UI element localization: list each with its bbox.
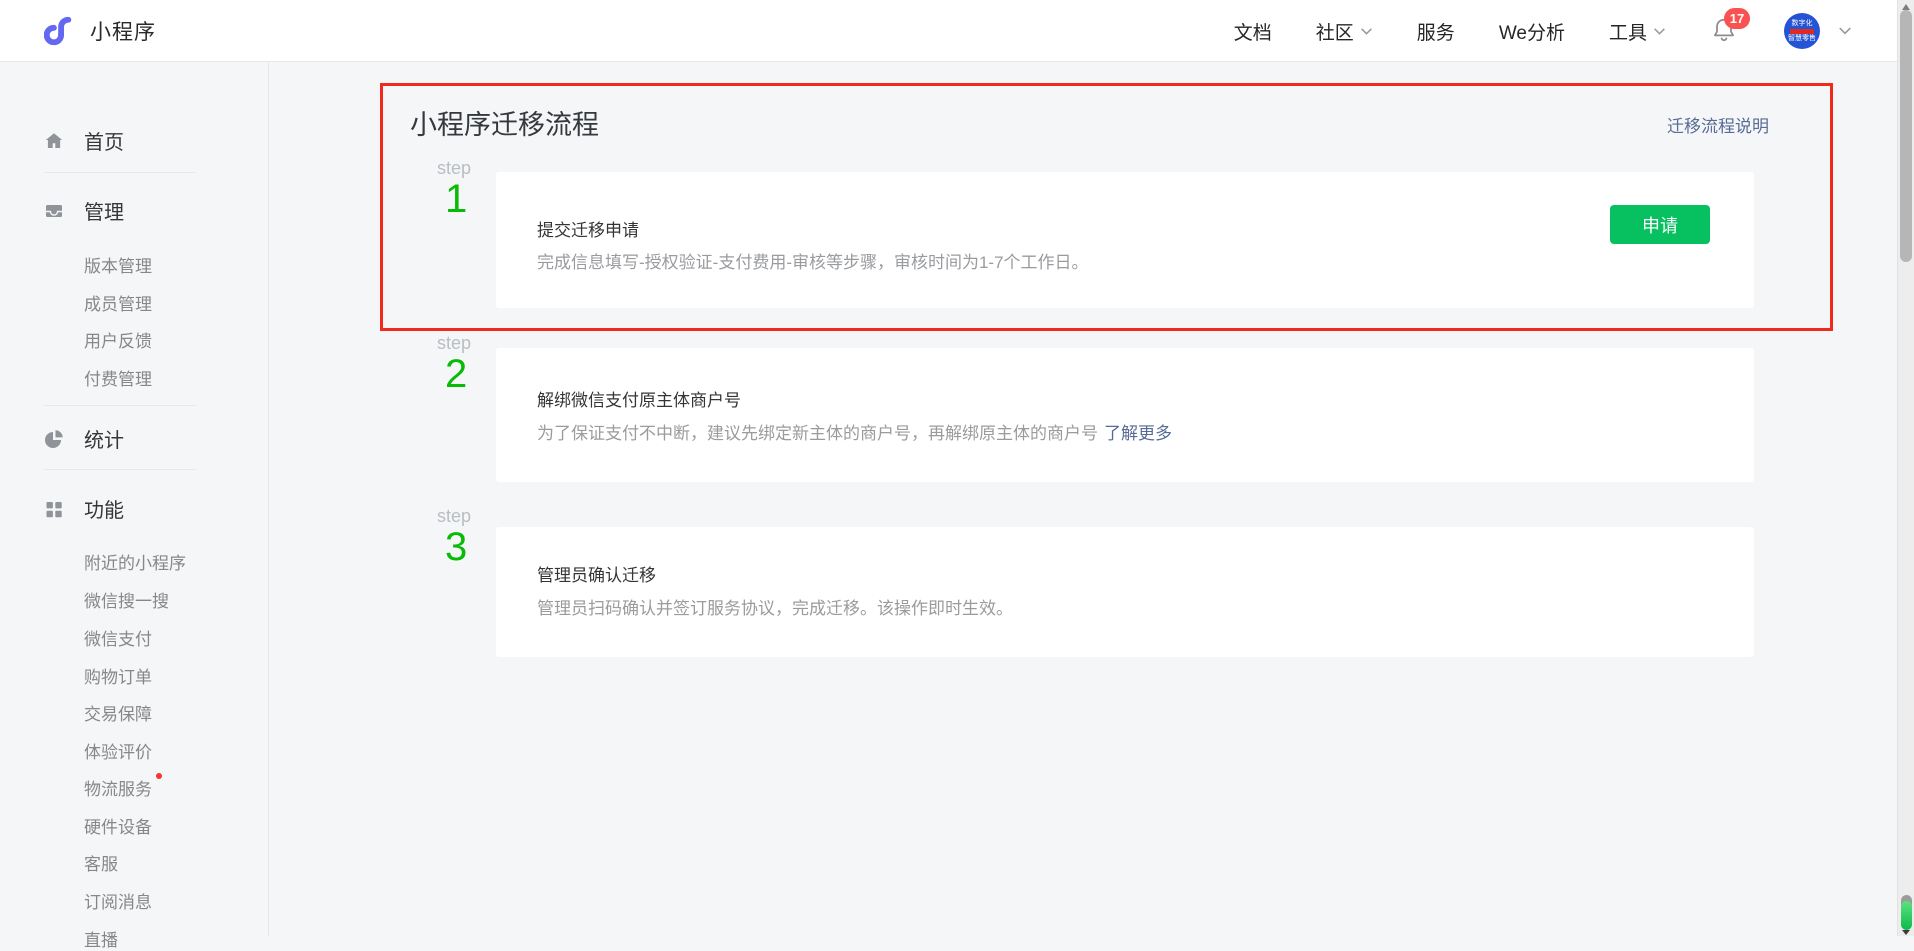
scrollbar[interactable] — [1897, 0, 1914, 936]
nav-tools-label: 工具 — [1609, 18, 1647, 45]
avatar-text-top: 数字化 — [1792, 20, 1813, 28]
chevron-down-icon — [1360, 27, 1373, 36]
sidebar-item-features[interactable]: 功能 — [44, 494, 124, 523]
nav-we-analytics-label: We分析 — [1499, 18, 1565, 45]
learn-more-link[interactable]: 了解更多 — [1104, 424, 1172, 443]
nav-we-analytics[interactable]: We分析 — [1499, 18, 1565, 45]
sidebar-item-member-manage[interactable]: 成员管理 — [84, 290, 152, 315]
pie-chart-icon — [44, 429, 64, 449]
nav-docs-label: 文档 — [1234, 18, 1272, 45]
step-3-title: 管理员确认迁移 — [537, 561, 656, 586]
page-title: 小程序迁移流程 — [410, 103, 599, 142]
sidebar-item-label: 管理 — [84, 196, 124, 225]
sidebar: 首页 管理 版本管理 成员管理 用户反馈 付费管理 统计 功能 附近的小程序 微… — [0, 62, 269, 936]
avatar-text-bottom: 智慧零售 — [1788, 35, 1816, 43]
tray-icon — [44, 201, 64, 221]
migration-help-link[interactable]: 迁移流程说明 — [1667, 112, 1769, 137]
notification-bell[interactable]: 17 — [1710, 16, 1740, 46]
nav-community-label: 社区 — [1316, 18, 1354, 45]
account-menu-chevron-icon[interactable] — [1838, 26, 1852, 36]
sidebar-item-label: 统计 — [84, 424, 124, 453]
sidebar-item-wechat-pay[interactable]: 微信支付 — [84, 625, 152, 650]
step-1-description: 完成信息填写-授权验证-支付费用-审核等步骤，审核时间为1-7个工作日。 — [537, 248, 1089, 273]
sidebar-item-home[interactable]: 首页 — [44, 126, 124, 155]
sidebar-item-label: 功能 — [84, 494, 124, 523]
sidebar-divider — [44, 405, 196, 406]
nav-docs[interactable]: 文档 — [1234, 18, 1272, 45]
nav-services[interactable]: 服务 — [1417, 18, 1455, 45]
grid-icon — [44, 499, 64, 519]
sidebar-item-label: 物流服务 — [84, 780, 152, 799]
sidebar-item-payment-manage[interactable]: 付费管理 — [84, 365, 152, 390]
logo[interactable]: 小程序 — [44, 13, 156, 49]
apply-button[interactable]: 申请 — [1610, 205, 1710, 244]
sidebar-item-hardware-devices[interactable]: 硬件设备 — [84, 813, 152, 838]
sidebar-divider — [44, 469, 196, 470]
sidebar-item-subscribe-messages[interactable]: 订阅消息 — [84, 888, 152, 913]
sidebar-item-live[interactable]: 直播 — [84, 926, 118, 951]
sidebar-divider — [44, 172, 196, 173]
sidebar-item-shopping-orders[interactable]: 购物订单 — [84, 663, 152, 688]
new-badge-dot — [156, 773, 162, 779]
avatar[interactable]: 数字化 智慧零售 — [1784, 13, 1820, 49]
sidebar-item-logistics-service[interactable]: 物流服务 — [84, 775, 162, 800]
nav-community[interactable]: 社区 — [1316, 18, 1373, 45]
top-nav: 文档 社区 服务 We分析 工具 17 — [1234, 0, 1852, 62]
nav-services-label: 服务 — [1417, 18, 1455, 45]
miniprogram-logo-icon — [44, 13, 80, 49]
sidebar-item-user-feedback[interactable]: 用户反馈 — [84, 327, 152, 352]
step-1-title: 提交迁移申请 — [537, 216, 639, 241]
sidebar-item-experience-rating[interactable]: 体验评价 — [84, 738, 152, 763]
step-3-description: 管理员扫码确认并签订服务协议，完成迁移。该操作即时生效。 — [537, 594, 1013, 619]
sidebar-item-customer-service[interactable]: 客服 — [84, 850, 118, 875]
step-2-title: 解绑微信支付原主体商户号 — [537, 386, 741, 411]
notification-badge: 17 — [1724, 8, 1750, 29]
sidebar-item-transaction-guarantee[interactable]: 交易保障 — [84, 700, 152, 725]
logo-text: 小程序 — [90, 16, 156, 46]
top-header: 小程序 文档 社区 服务 We分析 工具 — [0, 0, 1914, 62]
home-icon — [44, 131, 64, 151]
scrollbar-thumb[interactable] — [1900, 10, 1912, 262]
sidebar-item-version-manage[interactable]: 版本管理 — [84, 252, 152, 277]
step-2-card: 解绑微信支付原主体商户号 为了保证支付不中断，建议先绑定新主体的商户号，再解绑原… — [496, 348, 1754, 482]
avatar-red-banner — [1790, 29, 1814, 34]
step-word: step — [437, 506, 517, 527]
scroll-bottom-marker[interactable] — [1901, 901, 1912, 930]
step-3-card: 管理员确认迁移 管理员扫码确认并签订服务协议，完成迁移。该操作即时生效。 — [496, 527, 1754, 657]
sidebar-item-label: 首页 — [84, 126, 124, 155]
sidebar-item-manage[interactable]: 管理 — [44, 196, 124, 225]
scroll-down-icon[interactable] — [1902, 930, 1910, 935]
sidebar-item-statistics[interactable]: 统计 — [44, 424, 124, 453]
chevron-down-icon — [1653, 27, 1666, 36]
nav-tools[interactable]: 工具 — [1609, 18, 1666, 45]
sidebar-item-nearby-miniprograms[interactable]: 附近的小程序 — [84, 549, 186, 574]
step-2-description: 为了保证支付不中断，建议先绑定新主体的商户号，再解绑原主体的商户号了解更多 — [537, 419, 1172, 444]
step-2-description-text: 为了保证支付不中断，建议先绑定新主体的商户号，再解绑原主体的商户号 — [537, 424, 1098, 443]
step-1-card: 提交迁移申请 完成信息填写-授权验证-支付费用-审核等步骤，审核时间为1-7个工… — [496, 172, 1754, 308]
sidebar-item-wechat-search[interactable]: 微信搜一搜 — [84, 587, 169, 612]
